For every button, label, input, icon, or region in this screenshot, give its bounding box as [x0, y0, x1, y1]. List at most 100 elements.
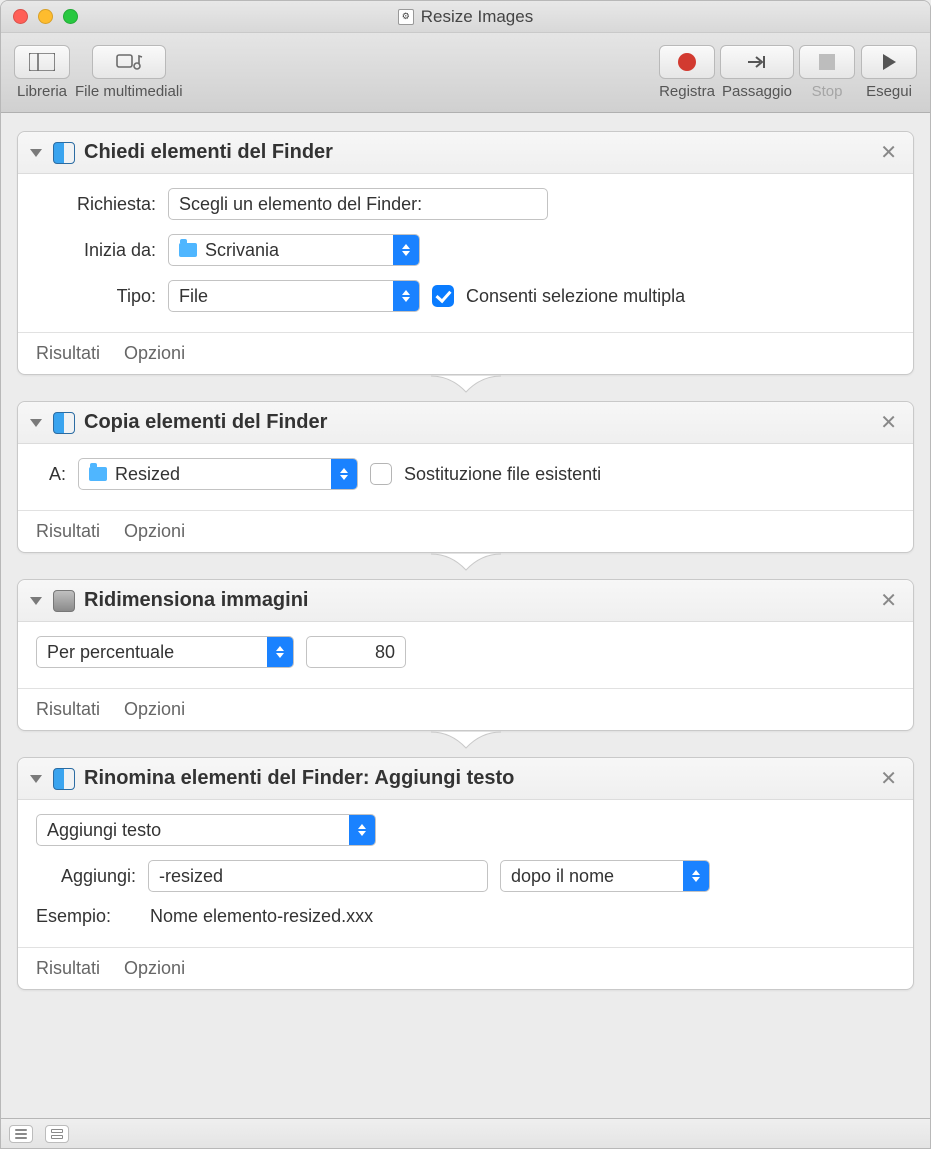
action-footer: Risultati Opzioni: [18, 332, 913, 374]
chevron-updown-icon: [683, 861, 709, 891]
results-tab[interactable]: Risultati: [36, 699, 100, 720]
chevron-updown-icon: [267, 637, 293, 667]
disclosure-triangle[interactable]: [30, 419, 42, 427]
disclosure-triangle[interactable]: [30, 775, 42, 783]
destination-value: Resized: [115, 464, 180, 485]
stop-icon: [799, 45, 855, 79]
workflow-file-icon: ⚙: [398, 9, 414, 25]
start-at-label: Inizia da:: [36, 240, 156, 261]
prompt-input[interactable]: [168, 188, 548, 220]
record-button[interactable]: Registra: [658, 45, 716, 100]
step-icon: [720, 45, 794, 79]
replace-existing-checkbox[interactable]: [370, 463, 392, 485]
close-icon[interactable]: ✕: [876, 766, 901, 791]
minimize-window-button[interactable]: [38, 9, 53, 24]
step-button[interactable]: Passaggio: [720, 45, 794, 100]
run-label: Esegui: [866, 83, 912, 100]
rename-mode-popup[interactable]: Aggiungi testo: [36, 814, 376, 846]
media-icon: [92, 45, 166, 79]
resize-mode-popup[interactable]: Per percentuale: [36, 636, 294, 668]
action-ask-finder-items[interactable]: Chiedi elementi del Finder ✕ Richiesta: …: [17, 131, 914, 375]
step-label: Passaggio: [722, 83, 792, 100]
chevron-updown-icon: [349, 815, 375, 845]
allow-multiple-label: Consenti selezione multipla: [466, 286, 685, 307]
results-tab[interactable]: Risultati: [36, 343, 100, 364]
add-position-popup[interactable]: dopo il nome: [500, 860, 710, 892]
close-icon[interactable]: ✕: [876, 588, 901, 613]
options-tab[interactable]: Opzioni: [124, 521, 185, 542]
sidebar-icon: [14, 45, 70, 79]
stack-icon: [51, 1129, 63, 1139]
allow-multiple-checkbox[interactable]: [432, 285, 454, 307]
library-label: Libreria: [17, 83, 67, 100]
workflow-canvas[interactable]: Chiedi elementi del Finder ✕ Richiesta: …: [1, 113, 930, 1118]
workflow-view-button[interactable]: [45, 1125, 69, 1143]
preview-icon: [53, 590, 75, 612]
record-label: Registra: [659, 83, 715, 100]
action-header: Ridimensiona immagini ✕: [18, 580, 913, 622]
disclosure-triangle[interactable]: [30, 597, 42, 605]
to-label: A:: [36, 464, 66, 485]
add-label: Aggiungi:: [36, 866, 136, 887]
finder-icon: [53, 768, 75, 790]
close-icon[interactable]: ✕: [876, 140, 901, 165]
run-button[interactable]: Esegui: [860, 45, 918, 100]
zoom-window-button[interactable]: [63, 9, 78, 24]
action-title: Chiedi elementi del Finder: [84, 141, 867, 164]
media-button[interactable]: File multimediali: [75, 45, 183, 100]
action-header: Chiedi elementi del Finder ✕: [18, 132, 913, 174]
finder-icon: [53, 142, 75, 164]
prompt-label: Richiesta:: [36, 194, 156, 215]
chevron-updown-icon: [393, 235, 419, 265]
resize-amount-input[interactable]: [306, 636, 406, 668]
disclosure-triangle[interactable]: [30, 149, 42, 157]
action-header: Rinomina elementi del Finder: Aggiungi t…: [18, 758, 913, 800]
options-tab[interactable]: Opzioni: [124, 699, 185, 720]
window-title-text: Resize Images: [421, 7, 533, 27]
action-rename-finder-items[interactable]: Rinomina elementi del Finder: Aggiungi t…: [17, 757, 914, 990]
type-popup[interactable]: File: [168, 280, 420, 312]
add-text-input[interactable]: [148, 860, 488, 892]
example-label: Esempio:: [36, 906, 136, 927]
list-icon: [15, 1129, 27, 1139]
window-title: ⚙ Resize Images: [1, 7, 930, 27]
folder-icon: [89, 467, 107, 481]
action-title: Rinomina elementi del Finder: Aggiungi t…: [84, 767, 867, 790]
results-tab[interactable]: Risultati: [36, 521, 100, 542]
titlebar: ⚙ Resize Images: [1, 1, 930, 33]
stop-button[interactable]: Stop: [798, 45, 856, 100]
library-button[interactable]: Libreria: [13, 45, 71, 100]
finder-icon: [53, 412, 75, 434]
add-position-value: dopo il nome: [511, 866, 614, 887]
action-title: Copia elementi del Finder: [84, 411, 867, 434]
resize-mode-value: Per percentuale: [47, 642, 174, 663]
window-controls: [1, 9, 78, 24]
example-value: Nome elemento-resized.xxx: [150, 906, 373, 927]
toolbar: Libreria File multimediali Registra Pass…: [1, 33, 930, 113]
action-footer: Risultati Opzioni: [18, 688, 913, 730]
statusbar: [1, 1118, 930, 1148]
connector: [9, 553, 922, 579]
results-tab[interactable]: Risultati: [36, 958, 100, 979]
connector: [9, 731, 922, 757]
action-copy-finder-items[interactable]: Copia elementi del Finder ✕ A: Resized S…: [17, 401, 914, 553]
stop-label: Stop: [812, 83, 843, 100]
play-icon: [861, 45, 917, 79]
options-tab[interactable]: Opzioni: [124, 958, 185, 979]
type-label: Tipo:: [36, 286, 156, 307]
replace-existing-label: Sostituzione file esistenti: [404, 464, 601, 485]
start-at-popup[interactable]: Scrivania: [168, 234, 420, 266]
action-resize-images[interactable]: Ridimensiona immagini ✕ Per percentuale …: [17, 579, 914, 731]
action-title: Ridimensiona immagini: [84, 589, 867, 612]
connector: [9, 375, 922, 401]
action-footer: Risultati Opzioni: [18, 947, 913, 989]
rename-mode-value: Aggiungi testo: [47, 820, 161, 841]
log-view-button[interactable]: [9, 1125, 33, 1143]
close-window-button[interactable]: [13, 9, 28, 24]
media-label: File multimediali: [75, 83, 183, 100]
destination-popup[interactable]: Resized: [78, 458, 358, 490]
options-tab[interactable]: Opzioni: [124, 343, 185, 364]
close-icon[interactable]: ✕: [876, 410, 901, 435]
folder-icon: [179, 243, 197, 257]
action-footer: Risultati Opzioni: [18, 510, 913, 552]
